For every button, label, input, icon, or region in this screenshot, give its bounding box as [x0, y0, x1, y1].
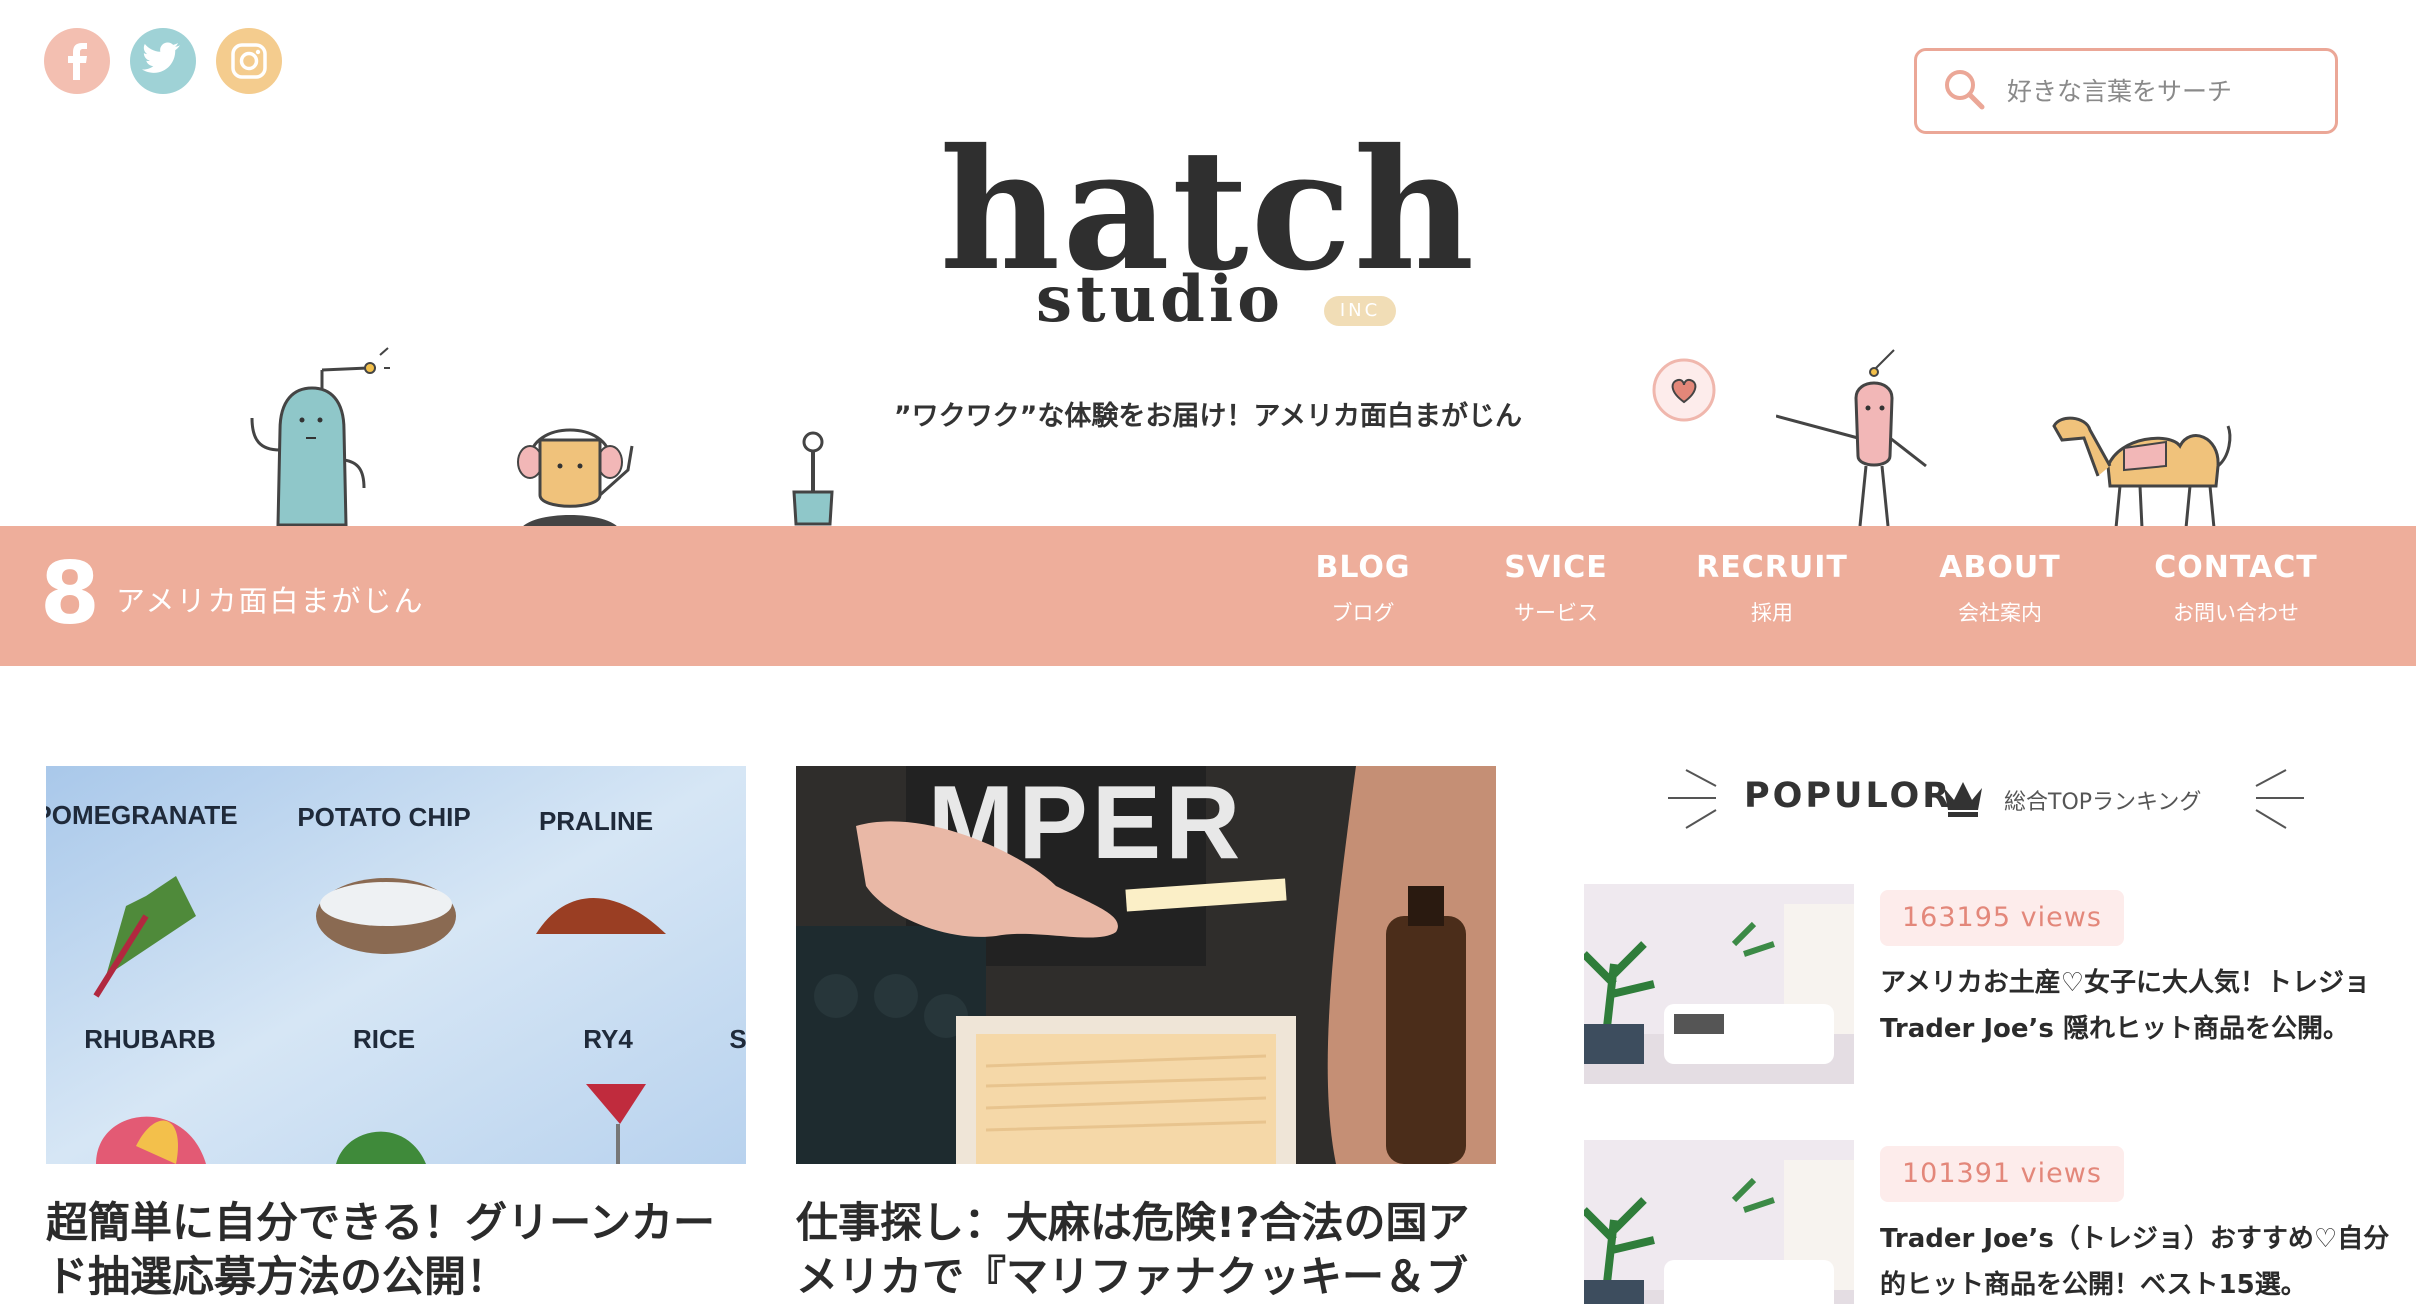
- nav-about-label: ABOUT: [1939, 550, 2061, 585]
- ranking-thumbnail[interactable]: [1584, 884, 1854, 1084]
- nav-about-sublabel: 会社案内: [1958, 601, 2042, 625]
- ranking-thumbnail[interactable]: [1584, 1140, 1854, 1304]
- heart-bubble-illustration: [1652, 358, 1716, 422]
- search-box[interactable]: [1914, 48, 2338, 134]
- nav-service-sublabel: サービス: [1514, 601, 1598, 625]
- nav-item-about[interactable]: ABOUT 会社案内: [1930, 550, 2070, 627]
- shovel-illustration: [792, 431, 834, 526]
- image-label: RHUBARB: [84, 1024, 215, 1054]
- nav-item-recruit[interactable]: RECRUIT 採用: [1692, 550, 1852, 627]
- ranking-title[interactable]: Trader Joe’s（トレジョ）おすすめ♡自分的ヒット商品を公開！ベスト15…: [1880, 1216, 2400, 1308]
- image-label: S: [729, 1024, 746, 1054]
- facebook-icon[interactable]: [44, 28, 110, 94]
- image-label: POMEGRANATE: [46, 800, 238, 830]
- nav-item-blog[interactable]: BLOG ブログ: [1308, 550, 1418, 627]
- article-title[interactable]: 超簡単に自分できる！グリーンカード抽選応募方法の公開！: [46, 1196, 746, 1304]
- search-icon: [1941, 66, 1987, 116]
- views-badge: 163195 views: [1880, 890, 2124, 946]
- logo-inc-badge: INC: [1324, 296, 1396, 326]
- ranking-title[interactable]: アメリカお土産♡女子に大人気！トレジョ Trader Joe’s 隠れヒット商品…: [1880, 960, 2400, 1052]
- image-label: RY4: [583, 1024, 633, 1054]
- nav-blog-label: BLOG: [1315, 550, 1411, 585]
- sparkle-right-icon: [2255, 769, 2304, 829]
- nav-recruit-label: RECRUIT: [1696, 550, 1848, 585]
- pink-pointer-character-illustration: [1776, 349, 1927, 527]
- nav-contact-sublabel: お問い合わせ: [2173, 601, 2299, 625]
- main-nav: 8 アメリカ面白まがじん BLOG ブログ SVICE サービス RECRUIT…: [0, 526, 2416, 666]
- instagram-icon[interactable]: [216, 28, 282, 94]
- image-label: PRALINE: [539, 806, 653, 836]
- crown-icon: [1944, 782, 1982, 817]
- social-links: [44, 28, 282, 94]
- nav-recruit-sublabel: 採用: [1751, 601, 1793, 625]
- cactus-character-illustration: [250, 347, 390, 527]
- search-input[interactable]: [2005, 75, 2329, 107]
- logo-studio: studio: [1036, 262, 1284, 337]
- nav-blog-sublabel: ブログ: [1331, 601, 1395, 625]
- views-badge: 101391 views: [1880, 1146, 2124, 1202]
- image-label: RICE: [353, 1024, 415, 1054]
- nav-service-label: SVICE: [1504, 550, 1608, 585]
- nav-item-contact[interactable]: CONTACT お問い合わせ: [2146, 550, 2326, 627]
- popular-subtitle: 総合TOPランキング: [2004, 790, 2202, 815]
- article-thumbnail[interactable]: MPER: [796, 766, 1496, 1164]
- brand-mark[interactable]: 8: [40, 544, 100, 644]
- nav-item-service[interactable]: SVICE サービス: [1496, 550, 1616, 627]
- camel-illustration: [2052, 416, 2232, 529]
- brand-text[interactable]: アメリカ面白まがじん: [116, 578, 425, 620]
- image-label: POTATO CHIP: [297, 802, 470, 832]
- headphone-character-illustration: [517, 428, 634, 530]
- article-thumbnail[interactable]: POMEGRANATE POTATO CHIP PRALINE RHUBARB …: [46, 766, 746, 1164]
- nav-contact-label: CONTACT: [2154, 550, 2318, 585]
- popular-title: POPULOR: [1744, 776, 1953, 816]
- sparkle-left-icon: [1668, 769, 1717, 829]
- twitter-icon[interactable]: [130, 28, 196, 94]
- article-title[interactable]: 仕事探し：大麻は危険!?合法の国アメリカで『マリファナクッキー＆ブ: [796, 1196, 1496, 1304]
